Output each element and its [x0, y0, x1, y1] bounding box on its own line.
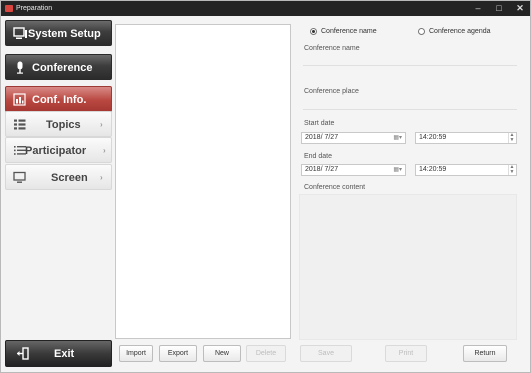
monitor-icon	[13, 27, 27, 39]
close-button[interactable]: ✕	[511, 1, 529, 16]
end-time-picker[interactable]: 14:20:59 ▲ ▼	[415, 164, 517, 176]
start-time-picker[interactable]: 14:20:59 ▲ ▼	[415, 132, 517, 144]
conference-content-input[interactable]	[299, 194, 517, 340]
end-date-label: End date	[304, 153, 333, 160]
sidebar-item-participator[interactable]: Participator ›	[5, 137, 112, 163]
radio-unselected-icon	[418, 28, 425, 35]
time-spinner-icon[interactable]: ▲ ▼	[508, 165, 515, 175]
radio-selected-icon	[310, 28, 317, 35]
radio-conference-agenda[interactable]: Conference agenda	[418, 28, 491, 35]
calendar-icon[interactable]: ▦▾	[393, 133, 402, 143]
sidebar-item-screen[interactable]: Screen ›	[5, 164, 112, 190]
start-date-label: Start date	[304, 120, 335, 127]
print-button[interactable]: Print	[385, 345, 427, 362]
calendar-icon[interactable]: ▦▾	[393, 165, 402, 175]
sidebar-item-conference[interactable]: Conference	[5, 54, 112, 80]
export-button[interactable]: Export	[159, 345, 197, 362]
chevron-right-icon: ›	[100, 120, 103, 129]
spin-down-icon[interactable]: ▼	[510, 137, 515, 143]
return-button[interactable]: Return	[463, 345, 507, 362]
sidebar-item-label: Conference	[32, 62, 93, 74]
exit-button[interactable]: Exit	[5, 340, 112, 367]
time-spinner-icon[interactable]: ▲ ▼	[508, 133, 515, 143]
conference-name-label: Conference name	[304, 45, 360, 52]
app-icon	[5, 5, 13, 12]
maximize-button[interactable]: □	[490, 1, 508, 16]
spin-down-icon[interactable]: ▼	[510, 169, 515, 175]
sidebar-item-label: System Setup	[28, 28, 101, 40]
sidebar-item-conf-info[interactable]: Conf. Info.	[5, 86, 112, 112]
save-button[interactable]: Save	[300, 345, 352, 362]
info-chart-icon	[13, 93, 26, 106]
preparation-window: Preparation – □ ✕ System Setup Conferenc…	[0, 0, 531, 373]
conference-name-input[interactable]	[303, 65, 517, 66]
start-time-value: 14:20:59	[419, 134, 447, 141]
new-button[interactable]: New	[203, 345, 241, 362]
sidebar: System Setup Conference Conf. Info. Topi…	[3, 16, 113, 372]
exit-door-icon	[17, 347, 29, 360]
start-date-value: 2018/ 7/27	[305, 134, 339, 141]
delete-button[interactable]: Delete	[246, 345, 286, 362]
exit-label: Exit	[54, 348, 75, 360]
title-bar: Preparation – □ ✕	[1, 1, 530, 16]
conference-place-label: Conference place	[304, 88, 359, 95]
radio-label: Conference name	[321, 28, 377, 35]
screen-icon	[13, 171, 26, 183]
radio-conference-name[interactable]: Conference name	[310, 28, 377, 35]
import-button[interactable]: Import	[119, 345, 153, 362]
chevron-right-icon: ›	[100, 173, 103, 182]
conference-place-input[interactable]	[303, 109, 517, 110]
minimize-button[interactable]: –	[469, 1, 487, 16]
conference-content-label: Conference content	[304, 184, 366, 191]
end-date-picker[interactable]: 2018/ 7/27 ▦▾	[301, 164, 406, 176]
sidebar-item-label: Topics	[46, 119, 81, 131]
microphone-icon	[17, 61, 23, 74]
sidebar-item-topics[interactable]: Topics ›	[5, 111, 112, 137]
list-icon	[14, 119, 26, 130]
end-time-value: 14:20:59	[419, 166, 447, 173]
sidebar-item-label: Conf. Info.	[32, 94, 87, 106]
conference-list[interactable]	[115, 24, 291, 339]
sidebar-item-label: Participator	[25, 145, 87, 157]
sidebar-item-system-setup[interactable]: System Setup	[5, 20, 112, 46]
sidebar-item-label: Screen	[51, 172, 88, 184]
start-date-picker[interactable]: 2018/ 7/27 ▦▾	[301, 132, 406, 144]
end-date-value: 2018/ 7/27	[305, 166, 339, 173]
window-title: Preparation	[16, 5, 53, 12]
chevron-right-icon: ›	[103, 146, 106, 155]
radio-label: Conference agenda	[429, 28, 491, 35]
